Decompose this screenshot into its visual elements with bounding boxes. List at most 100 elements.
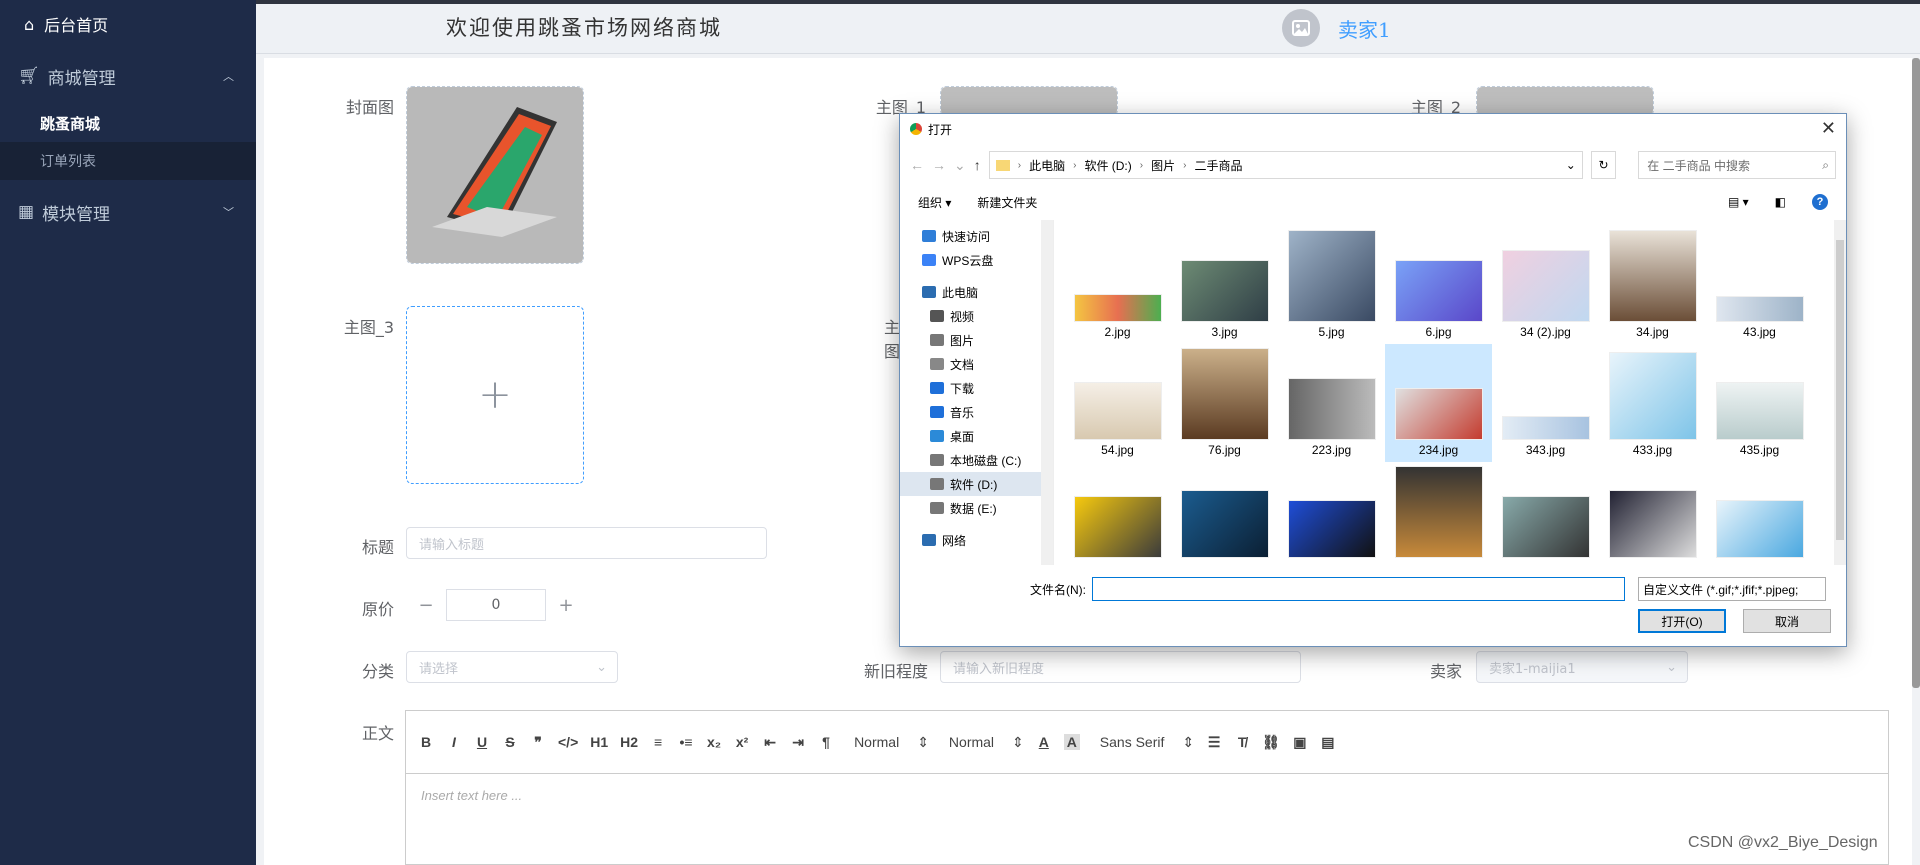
sidebar-home[interactable]: ⌂ 后台首页 — [0, 0, 256, 48]
blockquote-button[interactable]: ❞ — [530, 734, 546, 751]
file-item[interactable] — [1064, 462, 1171, 566]
align-icon[interactable]: ☰ — [1206, 734, 1222, 751]
scroll-thumb[interactable] — [1836, 240, 1844, 540]
text-color-icon[interactable]: A — [1036, 734, 1052, 750]
main1-upload[interactable] — [940, 86, 1118, 116]
h2-button[interactable]: H2 — [620, 734, 638, 750]
file-item[interactable]: 2.jpg — [1064, 226, 1171, 344]
direction-button[interactable]: ¶ — [818, 734, 834, 750]
view-options-icon[interactable]: ▤ ▾ — [1728, 195, 1749, 209]
price-stepper[interactable]: − 0 + — [406, 589, 586, 621]
file-item[interactable]: 435.jpg — [1706, 344, 1813, 462]
address-bar[interactable]: › 此电脑 › 软件 (D:) › 图片 › 二手商品 ⌄ — [988, 151, 1583, 179]
video-icon[interactable]: ▤ — [1320, 734, 1336, 751]
underline-button[interactable]: U — [474, 734, 490, 750]
forward-icon[interactable]: → — [932, 157, 946, 173]
clear-format-icon[interactable]: T̸ — [1234, 734, 1250, 750]
superscript-button[interactable]: x² — [734, 734, 750, 750]
cancel-button[interactable]: 取消 — [1743, 609, 1831, 633]
title-input[interactable]: 请输入标题 — [406, 527, 767, 559]
file-item[interactable]: 6.jpg — [1385, 226, 1492, 344]
italic-button[interactable]: I — [446, 734, 462, 750]
sidebar-group-modules[interactable]: ▦ 模块管理 ﹀ — [0, 184, 256, 240]
editor-body[interactable]: Insert text here ... — [406, 774, 1888, 817]
search-input[interactable]: 在 二手商品 中搜索 ⌕ — [1638, 151, 1836, 179]
link-icon[interactable]: ⛓ — [1262, 734, 1280, 751]
cover-upload[interactable] — [406, 86, 584, 264]
nav-item[interactable]: 文档 — [900, 352, 1053, 376]
nav-item[interactable]: 数据 (E:) — [900, 496, 1053, 520]
organize-button[interactable]: 组织 ▾ — [918, 194, 951, 211]
header-select[interactable]: Normal ⇕ — [854, 734, 929, 751]
ordered-list-button[interactable]: ≡ — [650, 734, 666, 750]
sidebar-group-mall[interactable]: 🛒︎ 商城管理 ︿ — [0, 48, 256, 104]
back-icon[interactable]: ← — [910, 157, 924, 173]
file-item[interactable] — [1492, 462, 1599, 566]
main2-upload[interactable] — [1476, 86, 1654, 116]
sidebar-item-mall[interactable]: 跳蚤商城 — [0, 104, 256, 142]
main3-upload[interactable]: + — [406, 306, 584, 484]
strike-button[interactable]: S — [502, 734, 518, 750]
code-button[interactable]: </> — [558, 734, 578, 750]
file-item[interactable]: 76.jpg — [1171, 344, 1278, 462]
filetype-select[interactable]: 自定义文件 (*.gif;*.jfif;*.pjpeg; — [1638, 577, 1826, 601]
seller-select[interactable]: 卖家1-maijia1 ⌄ — [1476, 651, 1688, 683]
increase-button[interactable]: + — [546, 589, 586, 621]
font-select[interactable]: Sans Serif ⇕ — [1100, 734, 1194, 751]
file-item[interactable]: 54.jpg — [1064, 344, 1171, 462]
filename-input[interactable] — [1092, 577, 1625, 601]
file-item[interactable] — [1706, 462, 1813, 566]
nav-item[interactable]: WPS云盘 — [900, 248, 1053, 272]
preview-pane-icon[interactable]: ◧ — [1775, 195, 1786, 209]
h1-button[interactable]: H1 — [590, 734, 608, 750]
rich-text-editor[interactable]: B I U S ❞ </> H1 H2 ≡ •≡ x₂ x² ⇤ ⇥ ¶ Nor… — [405, 710, 1889, 865]
category-select[interactable]: 请选择 ⌄ — [406, 651, 618, 683]
new-folder-button[interactable]: 新建文件夹 — [977, 194, 1037, 211]
file-item[interactable]: 234.jpg — [1385, 344, 1492, 462]
nav-item[interactable]: 网络 — [900, 528, 1053, 552]
nav-item[interactable]: 快速访问 — [900, 224, 1053, 248]
chevron-down-icon[interactable]: ⌄ — [1566, 158, 1576, 172]
nav-item[interactable]: 图片 — [900, 328, 1053, 352]
file-item[interactable]: 433.jpg — [1599, 344, 1706, 462]
outdent-button[interactable]: ⇤ — [762, 734, 778, 751]
nav-item[interactable]: 下载 — [900, 376, 1053, 400]
bullet-list-button[interactable]: •≡ — [678, 734, 694, 750]
file-item[interactable] — [1385, 462, 1492, 566]
help-icon[interactable]: ? — [1812, 194, 1828, 210]
size-select[interactable]: Normal ⇕ — [949, 734, 1024, 751]
file-item[interactable]: 223.jpg — [1278, 344, 1385, 462]
file-item[interactable] — [1599, 462, 1706, 566]
subscript-button[interactable]: x₂ — [706, 734, 722, 750]
bold-button[interactable]: B — [418, 734, 434, 750]
breadcrumb-item[interactable]: 软件 (D:) — [1084, 157, 1131, 174]
file-item[interactable] — [1278, 462, 1385, 566]
nav-item[interactable]: 软件 (D:) — [900, 472, 1053, 496]
nav-scrollbar[interactable] — [1041, 220, 1053, 565]
open-button[interactable]: 打开(O) — [1638, 609, 1726, 633]
breadcrumb-item[interactable]: 二手商品 — [1194, 157, 1242, 174]
file-item[interactable]: 3.jpg — [1171, 226, 1278, 344]
price-value[interactable]: 0 — [446, 589, 546, 621]
background-color-icon[interactable]: A — [1063, 734, 1080, 750]
breadcrumb-item[interactable]: 图片 — [1151, 157, 1175, 174]
user-name[interactable]: 卖家1 — [1338, 14, 1391, 43]
file-item[interactable] — [1171, 462, 1278, 566]
up-icon[interactable]: ↑ — [974, 157, 981, 173]
close-icon[interactable]: ✕ — [1821, 118, 1836, 139]
sidebar-item-orders[interactable]: 订单列表 — [0, 142, 256, 180]
indent-button[interactable]: ⇥ — [790, 734, 806, 751]
file-item[interactable]: 34.jpg — [1599, 226, 1706, 344]
file-scrollbar[interactable] — [1834, 220, 1846, 565]
nav-item[interactable]: 视频 — [900, 304, 1053, 328]
nav-item[interactable]: 此电脑 — [900, 280, 1053, 304]
file-item[interactable]: 34 (2).jpg — [1492, 226, 1599, 344]
page-scrollbar[interactable] — [1912, 58, 1920, 688]
condition-input[interactable]: 请输入新旧程度 — [940, 651, 1301, 683]
decrease-button[interactable]: − — [406, 589, 446, 621]
avatar[interactable] — [1282, 9, 1320, 47]
file-item[interactable]: 5.jpg — [1278, 226, 1385, 344]
file-item[interactable]: 343.jpg — [1492, 344, 1599, 462]
refresh-icon[interactable]: ↻ — [1590, 151, 1617, 179]
nav-item[interactable]: 音乐 — [900, 400, 1053, 424]
